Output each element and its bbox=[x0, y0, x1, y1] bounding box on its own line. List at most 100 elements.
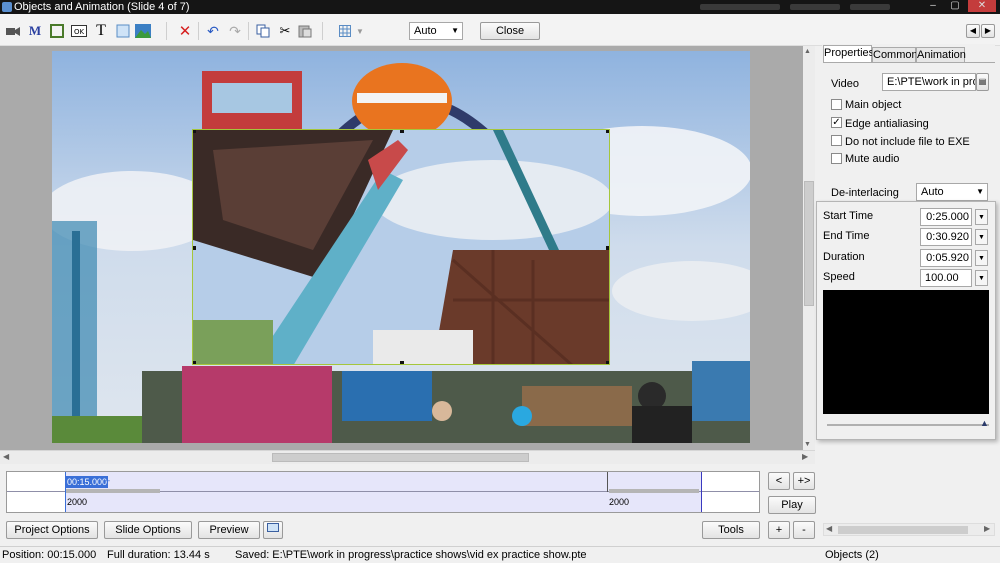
prev-slide-button[interactable]: < bbox=[768, 472, 790, 490]
duration-field[interactable]: 0:05.920 bbox=[920, 249, 972, 267]
fullscreen-preview-button[interactable] bbox=[263, 521, 283, 539]
resize-handle[interactable] bbox=[606, 246, 609, 250]
next-slide-button[interactable]: +> bbox=[793, 472, 815, 490]
chevron-up-icon[interactable]: ▲ bbox=[804, 48, 811, 55]
panel-scroll-thumb[interactable] bbox=[838, 526, 968, 534]
deinterlacing-select[interactable]: Auto ▼ bbox=[916, 183, 988, 201]
timeline-bar bbox=[66, 489, 160, 493]
status-saved-path: Saved: E:\PTE\work in progress\practice … bbox=[235, 549, 587, 561]
browse-button[interactable]: ▤ bbox=[976, 73, 989, 91]
speed-field[interactable]: 100.00 bbox=[920, 269, 972, 287]
speed-spin[interactable]: ▼ bbox=[975, 270, 988, 286]
close-button[interactable]: Close bbox=[480, 22, 540, 40]
chevron-down-icon[interactable]: ▼ bbox=[804, 441, 811, 448]
copy-icon[interactable] bbox=[254, 22, 272, 40]
separator bbox=[198, 22, 199, 40]
preview-slider-track[interactable] bbox=[827, 424, 989, 426]
end-time-field[interactable]: 0:30.920 bbox=[920, 228, 972, 246]
panel-next-button[interactable]: ▶ bbox=[981, 24, 995, 38]
vertical-scrollbar[interactable]: ▲ ▼ bbox=[803, 46, 815, 450]
video-preview-area bbox=[823, 290, 989, 414]
duration-label: Duration bbox=[823, 251, 865, 263]
preview-button[interactable]: Preview bbox=[198, 521, 260, 539]
background-window-strip bbox=[790, 4, 840, 10]
exclude-exe-checkbox[interactable] bbox=[831, 135, 842, 146]
separator bbox=[166, 22, 167, 40]
resize-handle[interactable] bbox=[193, 130, 196, 133]
status-bar: Position: 00:15.000 Full duration: 13.44… bbox=[0, 546, 1000, 563]
chevron-right-icon[interactable]: ▶ bbox=[802, 452, 808, 461]
minimize-button[interactable]: – bbox=[922, 0, 944, 12]
resize-handle[interactable] bbox=[193, 246, 196, 250]
paste-icon[interactable] bbox=[296, 22, 314, 40]
chevron-left-icon[interactable]: ◀ bbox=[3, 452, 9, 461]
text-t-icon[interactable]: T bbox=[92, 22, 110, 40]
timing-popup: Start Time 0:25.000 ▼ End Time 0:30.920 … bbox=[816, 201, 996, 440]
grid-icon[interactable] bbox=[336, 22, 354, 40]
tab-common[interactable]: Common bbox=[872, 47, 918, 62]
chevron-down-icon[interactable]: ▼ bbox=[356, 27, 364, 36]
folder-icon: ▤ bbox=[978, 77, 987, 86]
title-bar: Objects and Animation (Slide 4 of 7) – ▢… bbox=[0, 0, 1000, 14]
maximize-button[interactable]: ▢ bbox=[944, 0, 966, 12]
cut-icon[interactable]: ✂ bbox=[276, 22, 294, 40]
svg-text:OK: OK bbox=[74, 28, 85, 36]
play-button[interactable]: Play bbox=[768, 496, 816, 514]
video-frame-image bbox=[193, 130, 609, 364]
zoom-select[interactable]: Auto ▼ bbox=[409, 22, 463, 40]
resize-handle[interactable] bbox=[606, 130, 609, 133]
toolbar: M OK T ✕ ↶ ↷ ✂ ▼ Auto ▼ Close bbox=[0, 14, 1000, 46]
duration-spin[interactable]: ▼ bbox=[975, 250, 988, 266]
chevron-right-icon[interactable]: ▶ bbox=[984, 524, 990, 533]
timeline-segment[interactable] bbox=[65, 472, 701, 512]
panel-prev-button[interactable]: ◀ bbox=[966, 24, 980, 38]
ok-button-icon[interactable]: OK bbox=[70, 22, 88, 40]
resize-handle[interactable] bbox=[400, 361, 404, 364]
start-time-spin[interactable]: ▼ bbox=[975, 209, 988, 225]
video-path-field[interactable]: E:\PTE\work in progre bbox=[882, 73, 976, 91]
remove-button[interactable]: - bbox=[793, 521, 815, 539]
rectangle-icon[interactable] bbox=[114, 22, 132, 40]
start-time-field[interactable]: 0:25.000 bbox=[920, 208, 972, 226]
resize-handle[interactable] bbox=[193, 361, 196, 364]
tab-properties[interactable]: Properties bbox=[823, 45, 874, 62]
redo-icon[interactable]: ↷ bbox=[226, 22, 244, 40]
window-title: Objects and Animation (Slide 4 of 7) bbox=[14, 1, 190, 13]
close-window-button[interactable]: ✕ bbox=[968, 0, 996, 12]
preview-slider-thumb[interactable]: ▲ bbox=[980, 418, 989, 428]
frame-icon[interactable] bbox=[48, 22, 66, 40]
panel-horizontal-scrollbar[interactable]: ◀ ▶ bbox=[823, 523, 995, 536]
chevron-left-icon[interactable]: ◀ bbox=[826, 524, 832, 533]
horizontal-scroll-thumb[interactable] bbox=[272, 453, 529, 462]
camera-icon[interactable] bbox=[4, 22, 22, 40]
tab-animation[interactable]: Animation bbox=[916, 47, 966, 62]
undo-icon[interactable]: ↶ bbox=[204, 22, 222, 40]
text-m-icon[interactable]: M bbox=[26, 22, 44, 40]
canvas-area bbox=[0, 46, 815, 450]
resize-handle[interactable] bbox=[606, 361, 609, 364]
timeline[interactable]: 00:15.000 + 2000 2000 bbox=[6, 471, 760, 513]
selected-video-object[interactable] bbox=[192, 129, 610, 365]
resize-handle[interactable] bbox=[400, 130, 404, 133]
slide-options-button[interactable]: Slide Options bbox=[104, 521, 192, 539]
edge-antialiasing-label: Edge antialiasing bbox=[845, 118, 929, 130]
project-options-button[interactable]: Project Options bbox=[6, 521, 98, 539]
timeline-keyframe-line[interactable] bbox=[607, 472, 608, 492]
end-time-spin[interactable]: ▼ bbox=[975, 229, 988, 245]
main-object-checkbox[interactable] bbox=[831, 99, 842, 110]
horizontal-scrollbar[interactable]: ◀ ▶ bbox=[0, 450, 815, 464]
background-window-strip bbox=[700, 4, 780, 10]
marker-value-right: 2000 bbox=[609, 497, 630, 507]
vertical-scroll-thumb[interactable] bbox=[804, 181, 814, 306]
slide-preview[interactable] bbox=[52, 51, 750, 443]
edge-antialiasing-checkbox[interactable]: ✓ bbox=[831, 117, 842, 128]
status-objects-count: Objects (2) bbox=[825, 549, 879, 561]
video-label: Video bbox=[831, 78, 859, 90]
delete-icon[interactable]: ✕ bbox=[176, 22, 194, 40]
timeline-end-marker[interactable] bbox=[701, 472, 702, 512]
add-button[interactable]: + bbox=[768, 521, 790, 539]
image-icon[interactable] bbox=[134, 22, 152, 40]
marker-value-left: 2000 bbox=[67, 497, 88, 507]
tools-button[interactable]: Tools bbox=[702, 521, 760, 539]
mute-audio-checkbox[interactable] bbox=[831, 153, 842, 164]
